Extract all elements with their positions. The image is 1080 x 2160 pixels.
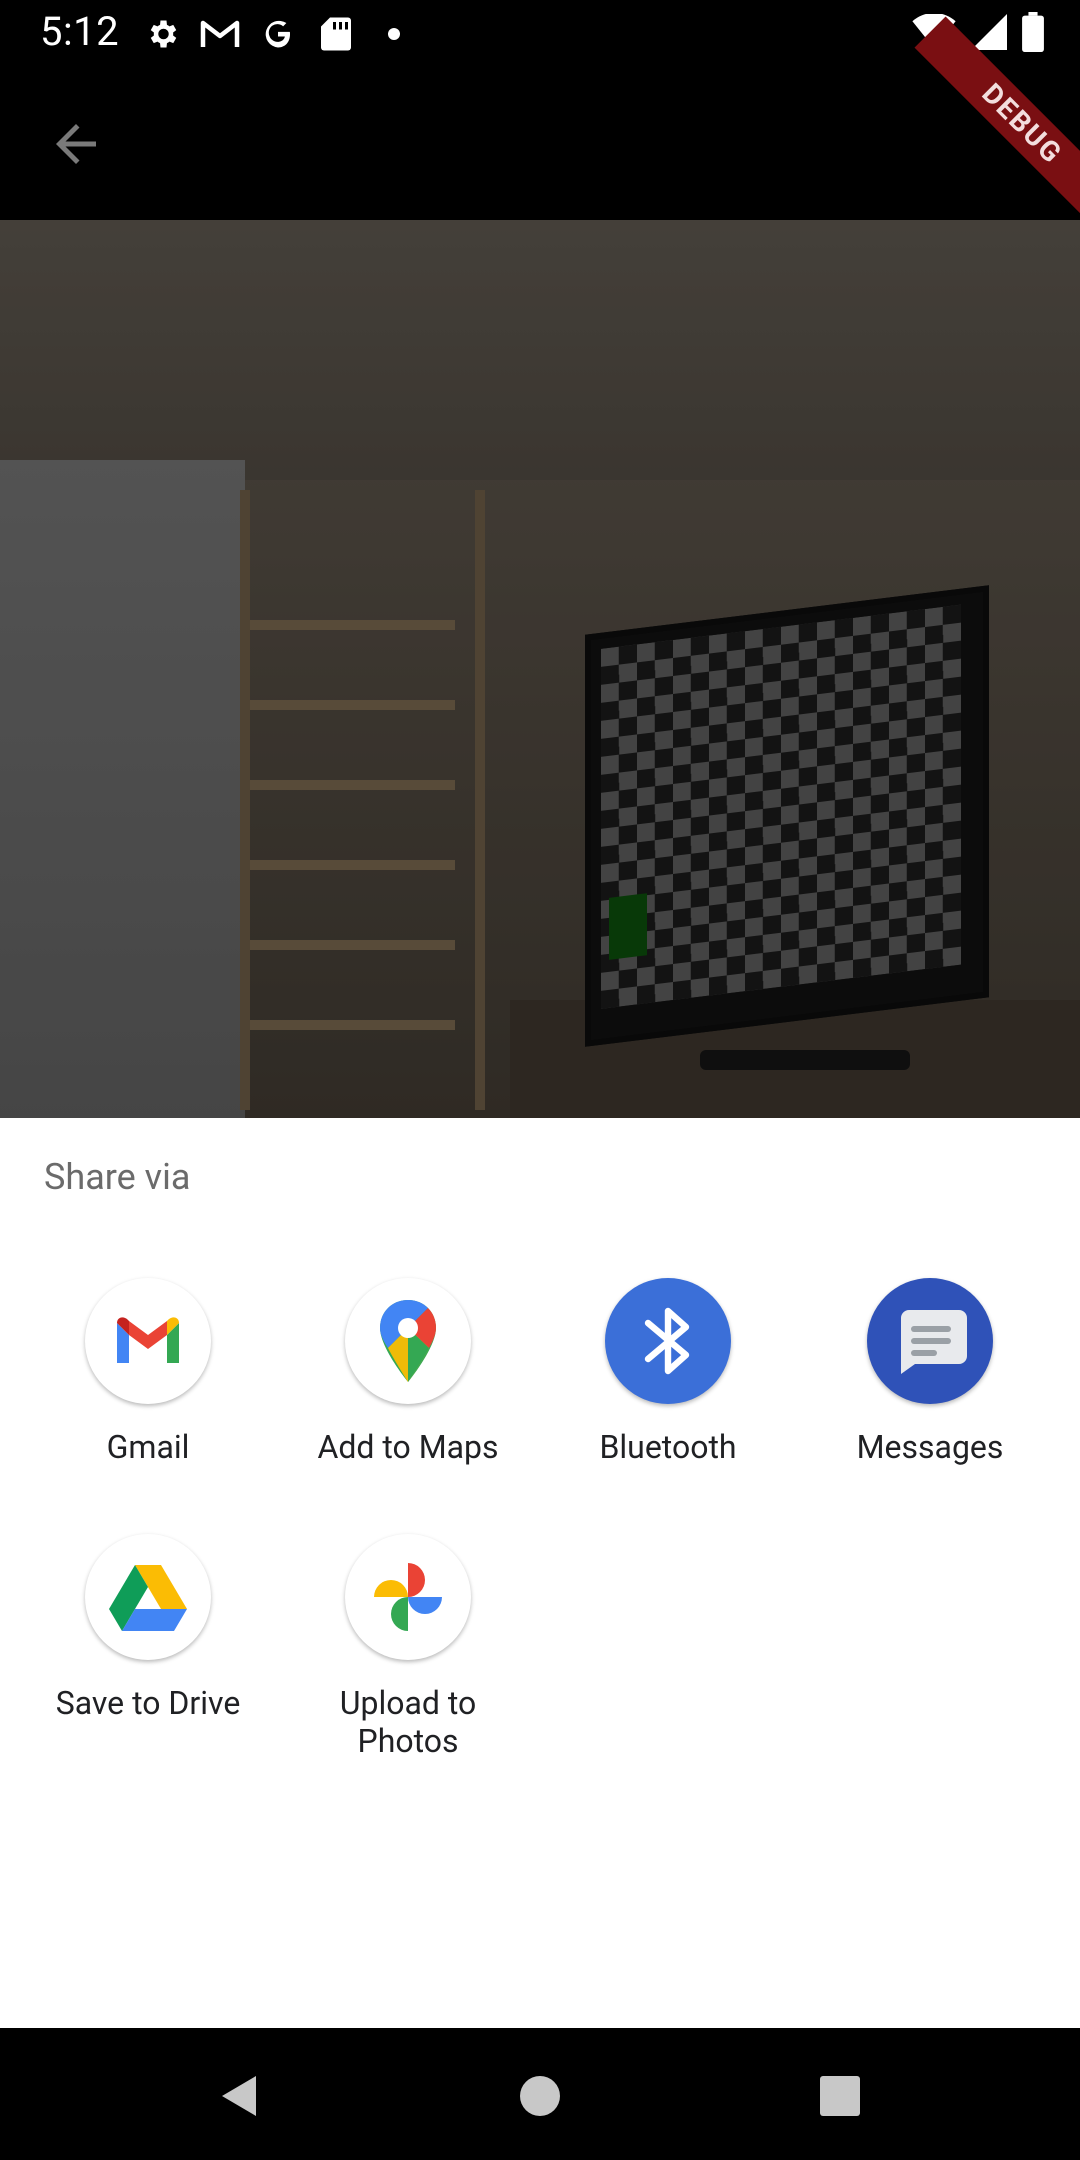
share-target-messages[interactable]: Messages (800, 1278, 1060, 1466)
messages-icon (867, 1278, 993, 1404)
share-target-label: Messages (856, 1428, 1004, 1466)
shared-image (0, 220, 1080, 1118)
gmail-m-icon (200, 14, 240, 54)
status-bar: 5:12 (0, 0, 1080, 66)
share-target-label: Save to Drive (55, 1684, 241, 1722)
dot-icon (374, 14, 414, 54)
share-sheet-title: Share via (44, 1156, 191, 1198)
drive-icon (85, 1534, 211, 1660)
share-target-add-to-maps[interactable]: Add to Maps (278, 1278, 538, 1466)
share-target-save-to-drive[interactable]: Save to Drive (18, 1534, 278, 1722)
battery-icon (1022, 12, 1044, 56)
share-target-gmail[interactable]: Gmail (18, 1278, 278, 1466)
app-bar: DEBUG (0, 16, 1080, 232)
gmail-icon (85, 1278, 211, 1404)
status-time: 5:12 (40, 8, 120, 55)
share-target-bluetooth[interactable]: Bluetooth (538, 1278, 798, 1466)
gear-icon (142, 14, 182, 54)
share-target-label: Gmail (106, 1428, 190, 1466)
nav-recents-icon[interactable] (816, 2072, 864, 2120)
navigation-bar (0, 2028, 1080, 2160)
back-arrow-icon[interactable] (46, 114, 106, 174)
nav-back-icon[interactable] (216, 2072, 264, 2120)
maps-icon (345, 1278, 471, 1404)
nav-home-icon[interactable] (516, 2072, 564, 2120)
share-target-upload-to-photos[interactable]: Upload to Photos (278, 1534, 538, 1760)
google-g-icon (258, 14, 298, 54)
share-target-label: Add to Maps (317, 1428, 499, 1466)
photos-icon (345, 1534, 471, 1660)
share-sheet: Share via Gmail Add to Maps Bluetooth Me… (0, 1118, 1080, 2028)
share-target-label: Upload to Photos (339, 1684, 477, 1760)
share-target-label: Bluetooth (599, 1428, 737, 1466)
sd-card-icon (316, 14, 356, 54)
dim-scrim[interactable] (0, 220, 1080, 1118)
bluetooth-icon (605, 1278, 731, 1404)
